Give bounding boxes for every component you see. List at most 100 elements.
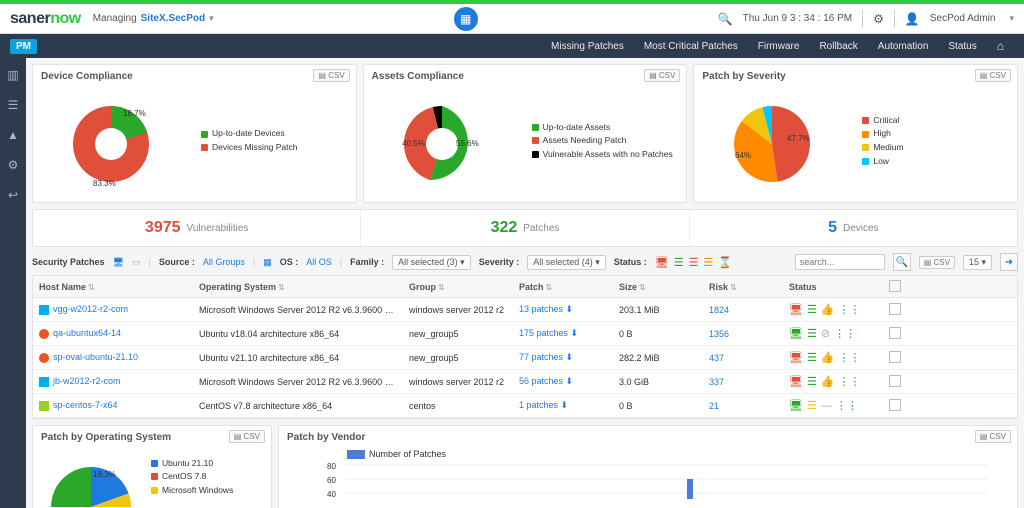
group-name: windows server 2012 r2 — [403, 305, 513, 315]
card-title: Patch by Severity — [702, 71, 1009, 82]
status-cell: 🖥☰👍⋮⋮ — [783, 375, 883, 388]
size-cell: 282.2 MiB — [613, 353, 703, 363]
csv-button[interactable]: ▤ CSV — [919, 256, 955, 269]
search-go-button[interactable]: 🔍 — [893, 253, 911, 271]
gear-icon[interactable]: ⚙ — [873, 12, 884, 26]
nav-automation[interactable]: Automation — [878, 41, 929, 52]
patches-table: Host Name⇅ Operating System⇅ Group⇅ Patc… — [32, 275, 1018, 419]
topbar: sanernow Managing SiteX.SecPod ▾ ▦ 🔍 Thu… — [0, 4, 1024, 34]
risk-link[interactable]: 1824 — [709, 305, 729, 315]
card-device-compliance: ▤ CSV Device Compliance 16.7% 83.3% Up-t… — [32, 64, 357, 203]
status-filter-icons[interactable]: 🖥☰☰☰⌛ — [655, 256, 737, 269]
os-name: Ubuntu v21.10 architecture x86_64 — [193, 353, 403, 363]
row-checkbox[interactable] — [889, 399, 901, 411]
header-user[interactable]: SecPod Admin — [930, 13, 996, 24]
os-icon — [39, 401, 49, 411]
patch-link[interactable]: 1 patches — [519, 400, 561, 410]
rail-alert-icon[interactable]: ▲ — [7, 128, 19, 142]
status-cell: 🖥☰👍⋮⋮ — [783, 303, 883, 316]
severity-select[interactable]: All selected (4) ▾ — [527, 255, 606, 270]
host-link[interactable]: jb-w2012-r2-com — [53, 376, 121, 386]
select-all-checkbox[interactable] — [889, 280, 901, 292]
group-name: centos — [403, 401, 513, 411]
filter-bar: Security Patches 🖥 ▭ | Source : All Grou… — [32, 253, 1018, 271]
risk-link[interactable]: 337 — [709, 377, 724, 387]
stat-devices[interactable]: 5 Devices — [690, 210, 1017, 246]
row-checkbox[interactable] — [889, 375, 901, 387]
download-icon[interactable]: ⬇ — [561, 400, 569, 410]
svg-text:55.6%: 55.6% — [456, 139, 479, 148]
managing-label: Managing — [93, 13, 137, 24]
app-grid-icon[interactable]: ▦ — [454, 7, 478, 31]
row-checkbox[interactable] — [889, 351, 901, 363]
chevron-down-icon[interactable]: ▾ — [1009, 13, 1014, 24]
table-row: vgg-w2012-r2-comMicrosoft Windows Server… — [33, 298, 1017, 322]
card-title: Assets Compliance — [372, 71, 679, 82]
risk-link[interactable]: 21 — [709, 401, 719, 411]
module-tag[interactable]: PM — [10, 39, 37, 54]
patch-link[interactable]: 56 patches — [519, 376, 566, 386]
download-icon[interactable]: ⬇ — [571, 328, 579, 338]
status-cell: 🖥☰—⋮⋮ — [783, 399, 883, 412]
patch-link[interactable]: 13 patches — [519, 304, 566, 314]
csv-button[interactable]: ▤ CSV — [975, 69, 1011, 82]
nav-status[interactable]: Status — [948, 41, 976, 52]
family-select[interactable]: All selected (3) ▾ — [392, 255, 471, 270]
view-monitor-icon[interactable]: 🖥 — [113, 257, 124, 268]
row-checkbox[interactable] — [889, 303, 901, 315]
vendor-chart: 80 60 40 — [287, 459, 1009, 499]
group-name: new_group5 — [403, 353, 513, 363]
rail-dashboard-icon[interactable]: ▥ — [7, 68, 18, 82]
patch-link[interactable]: 175 patches — [519, 328, 571, 338]
nav-rollback[interactable]: Rollback — [819, 41, 857, 52]
apply-button[interactable]: ➜ — [1000, 253, 1018, 271]
stat-patches[interactable]: 322 Patches — [361, 210, 689, 246]
host-link[interactable]: sp-centos-7-x64 — [53, 400, 118, 410]
download-icon[interactable]: ⬇ — [566, 304, 574, 314]
search-icon[interactable]: 🔍 — [718, 12, 733, 26]
csv-button[interactable]: ▤ CSV — [975, 430, 1011, 443]
view-mobile-icon[interactable]: ▭ — [132, 257, 141, 268]
csv-button[interactable]: ▤ CSV — [313, 69, 349, 82]
risk-link[interactable]: 1356 — [709, 329, 729, 339]
severity-chart: 64% 47.7% — [702, 86, 862, 196]
nav-most-critical-patches[interactable]: Most Critical Patches — [644, 41, 738, 52]
card-patch-by-vendor: ▤ CSV Patch by Vendor Number of Patches … — [278, 425, 1018, 508]
size-cell: 0 B — [613, 401, 703, 411]
rail-logout-icon[interactable]: ↩ — [8, 188, 18, 202]
row-checkbox[interactable] — [889, 327, 901, 339]
os-icon — [39, 305, 49, 315]
host-link[interactable]: sp-oval-ubuntu-21.10 — [53, 352, 138, 362]
os-select[interactable]: All OS — [306, 257, 332, 267]
table-row: jb-w2012-r2-comMicrosoft Windows Server … — [33, 370, 1017, 394]
download-icon[interactable]: ⬇ — [566, 352, 574, 362]
status-cell: 🖥☰👍⋮⋮ — [783, 351, 883, 364]
brand-logo: sanernow — [10, 10, 81, 28]
page-size-select[interactable]: 15 ▾ — [963, 255, 992, 270]
table-row: qa-ubuntux64-14 Ubuntu v18.04 architectur… — [33, 322, 1017, 346]
host-link[interactable]: vgg-w2012-r2-com — [53, 304, 128, 314]
risk-link[interactable]: 437 — [709, 353, 724, 363]
host-link[interactable]: qa-ubuntux64-14 — [53, 328, 121, 338]
csv-button[interactable]: ▤ CSV — [644, 69, 680, 82]
csv-button[interactable]: ▤ CSV — [229, 430, 265, 443]
os-name: Ubuntu v18.04 architecture x86_64 — [193, 329, 403, 339]
home-icon[interactable]: ⌂ — [997, 39, 1004, 53]
source-select[interactable]: All Groups — [203, 257, 245, 267]
assets-legend: Up-to-date Assets Assets Needing Patch V… — [532, 121, 673, 162]
search-input[interactable] — [795, 254, 885, 270]
svg-text:60: 60 — [327, 476, 336, 485]
section-label: Security Patches — [32, 257, 105, 267]
stat-vulnerabilities[interactable]: 3975 Vulnerabilities — [33, 210, 361, 246]
nav-firmware[interactable]: Firmware — [758, 41, 800, 52]
user-icon: 👤 — [905, 12, 920, 26]
rail-settings-icon[interactable]: ⚙ — [8, 158, 19, 172]
site-switcher[interactable]: SiteX.SecPod — [141, 13, 205, 24]
patch-link[interactable]: 77 patches — [519, 352, 566, 362]
svg-text:40: 40 — [327, 490, 336, 499]
download-icon[interactable]: ⬇ — [566, 376, 574, 386]
svg-text:80: 80 — [327, 462, 336, 471]
rail-list-icon[interactable]: ☰ — [8, 98, 19, 112]
nav-missing-patches[interactable]: Missing Patches — [551, 41, 624, 52]
brand-left: saner — [10, 10, 50, 27]
